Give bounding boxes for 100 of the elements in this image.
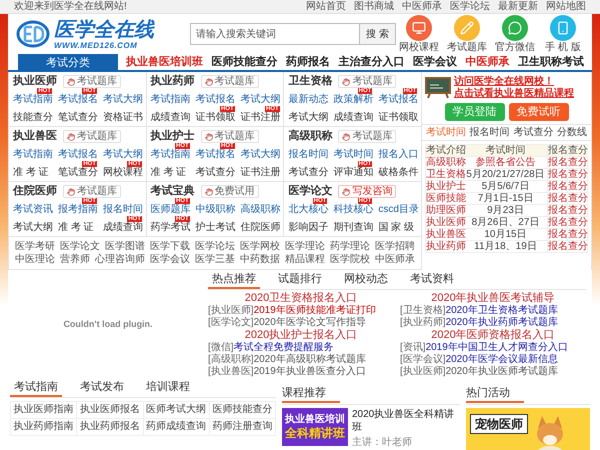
category-link[interactable]: 北大核心: [288, 204, 330, 216]
category-link[interactable]: 考试大纲: [288, 112, 330, 124]
category-button[interactable]: 免费试用: [200, 185, 259, 198]
score-link[interactable]: 查分: [568, 241, 588, 252]
signup-link[interactable]: 报名: [548, 169, 568, 180]
category-link[interactable]: 考试资讯: [13, 204, 55, 216]
quick-link[interactable]: 中药数据: [240, 253, 280, 266]
category-link[interactable]: 报名时间: [288, 149, 330, 161]
category-link[interactable]: 国 家 级: [378, 222, 420, 234]
tab[interactable]: 报名时间: [470, 125, 510, 140]
category-link[interactable]: 技能查分: [13, 112, 55, 124]
quick-link[interactable]: 医学图谱: [105, 240, 145, 253]
category-link[interactable]: 药学考试: [150, 222, 193, 234]
category-link[interactable]: 评审通知: [333, 167, 376, 179]
tab[interactable]: 试题排行: [274, 272, 326, 289]
signup-link[interactable]: 报名: [548, 241, 568, 252]
promo-link[interactable]: 访问医学全在线网校！: [454, 76, 574, 88]
category-link[interactable]: 报名入口: [378, 149, 420, 161]
nav-link[interactable]: 主治查分入口: [338, 54, 404, 70]
tab[interactable]: 分数线: [556, 125, 587, 140]
tab[interactable]: 热点推荐: [208, 272, 260, 289]
category-link[interactable]: 资格证书: [103, 112, 145, 124]
news-link[interactable]: 考试全程免费提醒服务: [234, 342, 334, 354]
category-link[interactable]: 笔试查分: [58, 112, 100, 124]
category-link[interactable]: 准 考 证: [58, 222, 100, 234]
category-link[interactable]: 成绩查询: [150, 112, 193, 124]
category-link[interactable]: 成绩查询: [333, 112, 376, 124]
score-link[interactable]: 查分: [568, 181, 588, 192]
category-button[interactable]: 考试题库: [63, 185, 121, 198]
score-link[interactable]: 查分: [568, 205, 588, 216]
news-link[interactable]: 2020年卫生资格考试题库: [446, 305, 558, 317]
top-link[interactable]: 网站首页: [306, 0, 346, 14]
quick-link[interactable]: 医学招聘: [375, 240, 415, 253]
news-link[interactable]: 2020年执业药师考试题库: [446, 317, 558, 329]
category-link[interactable]: 考试指南: [150, 94, 193, 106]
shortcut-link[interactable]: 官方微信: [494, 14, 536, 54]
promo-link[interactable]: 点击试看执业兽医精品课程: [454, 88, 574, 100]
score-link[interactable]: 查分: [568, 217, 588, 228]
category-link[interactable]: 考试指南: [150, 149, 193, 161]
category-link[interactable]: 网校课程: [103, 167, 145, 179]
shortcut-link[interactable]: 网校课程: [398, 14, 440, 54]
category-link[interactable]: 考试报名: [58, 149, 100, 161]
quick-link[interactable]: 医学理论: [285, 240, 325, 253]
score-link[interactable]: 查分: [568, 169, 588, 180]
guide-link[interactable]: 医师技能查分: [210, 402, 276, 419]
category-link[interactable]: 破格条件: [378, 167, 420, 179]
category-button[interactable]: 考试题库: [200, 75, 259, 88]
score-link[interactable]: 查分: [568, 229, 588, 240]
category-link[interactable]: 影响因子: [288, 222, 330, 234]
signup-link[interactable]: 报名: [548, 157, 568, 168]
news-link[interactable]: 2019年医师技能准考证打印: [254, 305, 376, 317]
guide-link[interactable]: 药师成绩查询: [144, 419, 210, 436]
nav-link[interactable]: 卫生职称考试: [518, 54, 584, 70]
quick-link[interactable]: 营养师: [60, 253, 90, 266]
quick-link[interactable]: 心理咨询师: [95, 253, 145, 266]
category-link[interactable]: 报名时间: [103, 204, 145, 216]
nav-link[interactable]: 中医师承: [466, 54, 510, 70]
news-heading[interactable]: 2020卫生资格报名入口: [208, 292, 394, 305]
category-link[interactable]: 证书领取: [196, 112, 238, 124]
category-link[interactable]: 考试大纲: [13, 222, 55, 234]
category-link[interactable]: 考试指南: [13, 94, 55, 106]
nav-link[interactable]: 医师技能查分: [212, 54, 278, 70]
signup-link[interactable]: 报名: [548, 193, 568, 204]
category-link[interactable]: 准 考 证: [13, 167, 55, 179]
category-link[interactable]: 考试报名: [58, 94, 100, 106]
category-link[interactable]: 考试大纲: [240, 94, 283, 106]
category-link[interactable]: 准 考 证: [150, 167, 193, 179]
quick-link[interactable]: 医学论坛: [195, 240, 235, 253]
tab[interactable]: 考试指南: [10, 380, 62, 397]
top-link[interactable]: 最新更新: [498, 0, 538, 14]
category-link[interactable]: 期刊查询: [333, 222, 376, 234]
signup-link[interactable]: 报名: [548, 181, 568, 192]
score-link[interactable]: 查分: [568, 193, 588, 204]
category-link[interactable]: 证书领取: [378, 112, 420, 124]
category-link[interactable]: 考试大纲: [103, 149, 145, 161]
tab[interactable]: 考试资料: [406, 272, 458, 289]
quick-link[interactable]: 医学考研: [15, 240, 55, 253]
quick-link[interactable]: 药学理论: [330, 240, 370, 253]
category-link[interactable]: 考试时间: [333, 149, 376, 161]
news-link[interactable]: 2020年医学论文写作指导: [254, 317, 366, 329]
guide-link[interactable]: 药师注册查询: [210, 419, 276, 436]
category-link[interactable]: 高级职称: [240, 204, 283, 216]
quick-link[interactable]: 医学下载: [150, 240, 190, 253]
category-link[interactable]: 考试指南: [13, 149, 55, 161]
top-link[interactable]: 医学论坛: [450, 0, 490, 14]
search-button[interactable]: 搜 索: [360, 23, 396, 45]
top-link[interactable]: 中医师承: [402, 0, 442, 14]
quick-link[interactable]: 中医理论: [15, 253, 55, 266]
guide-link[interactable]: 执业医师指南: [11, 402, 78, 419]
news-link[interactable]: 2019年执业兽医查分入口: [254, 366, 366, 378]
category-link[interactable]: 考试大纲: [103, 94, 145, 106]
category-button[interactable]: 考试题库: [200, 130, 259, 143]
tab[interactable]: 考试查分: [513, 125, 554, 140]
shortcut-link[interactable]: 考试题库: [446, 14, 488, 54]
shortcut-link[interactable]: 手 机 版: [542, 14, 584, 54]
tab[interactable]: 考试发布: [76, 380, 128, 397]
search-field[interactable]: 请输入搜索关键词: [190, 23, 360, 45]
nav-link[interactable]: 药师报名: [286, 54, 330, 70]
category-link[interactable]: 成绩查询: [103, 222, 145, 234]
top-link[interactable]: 网站地图: [546, 0, 586, 14]
